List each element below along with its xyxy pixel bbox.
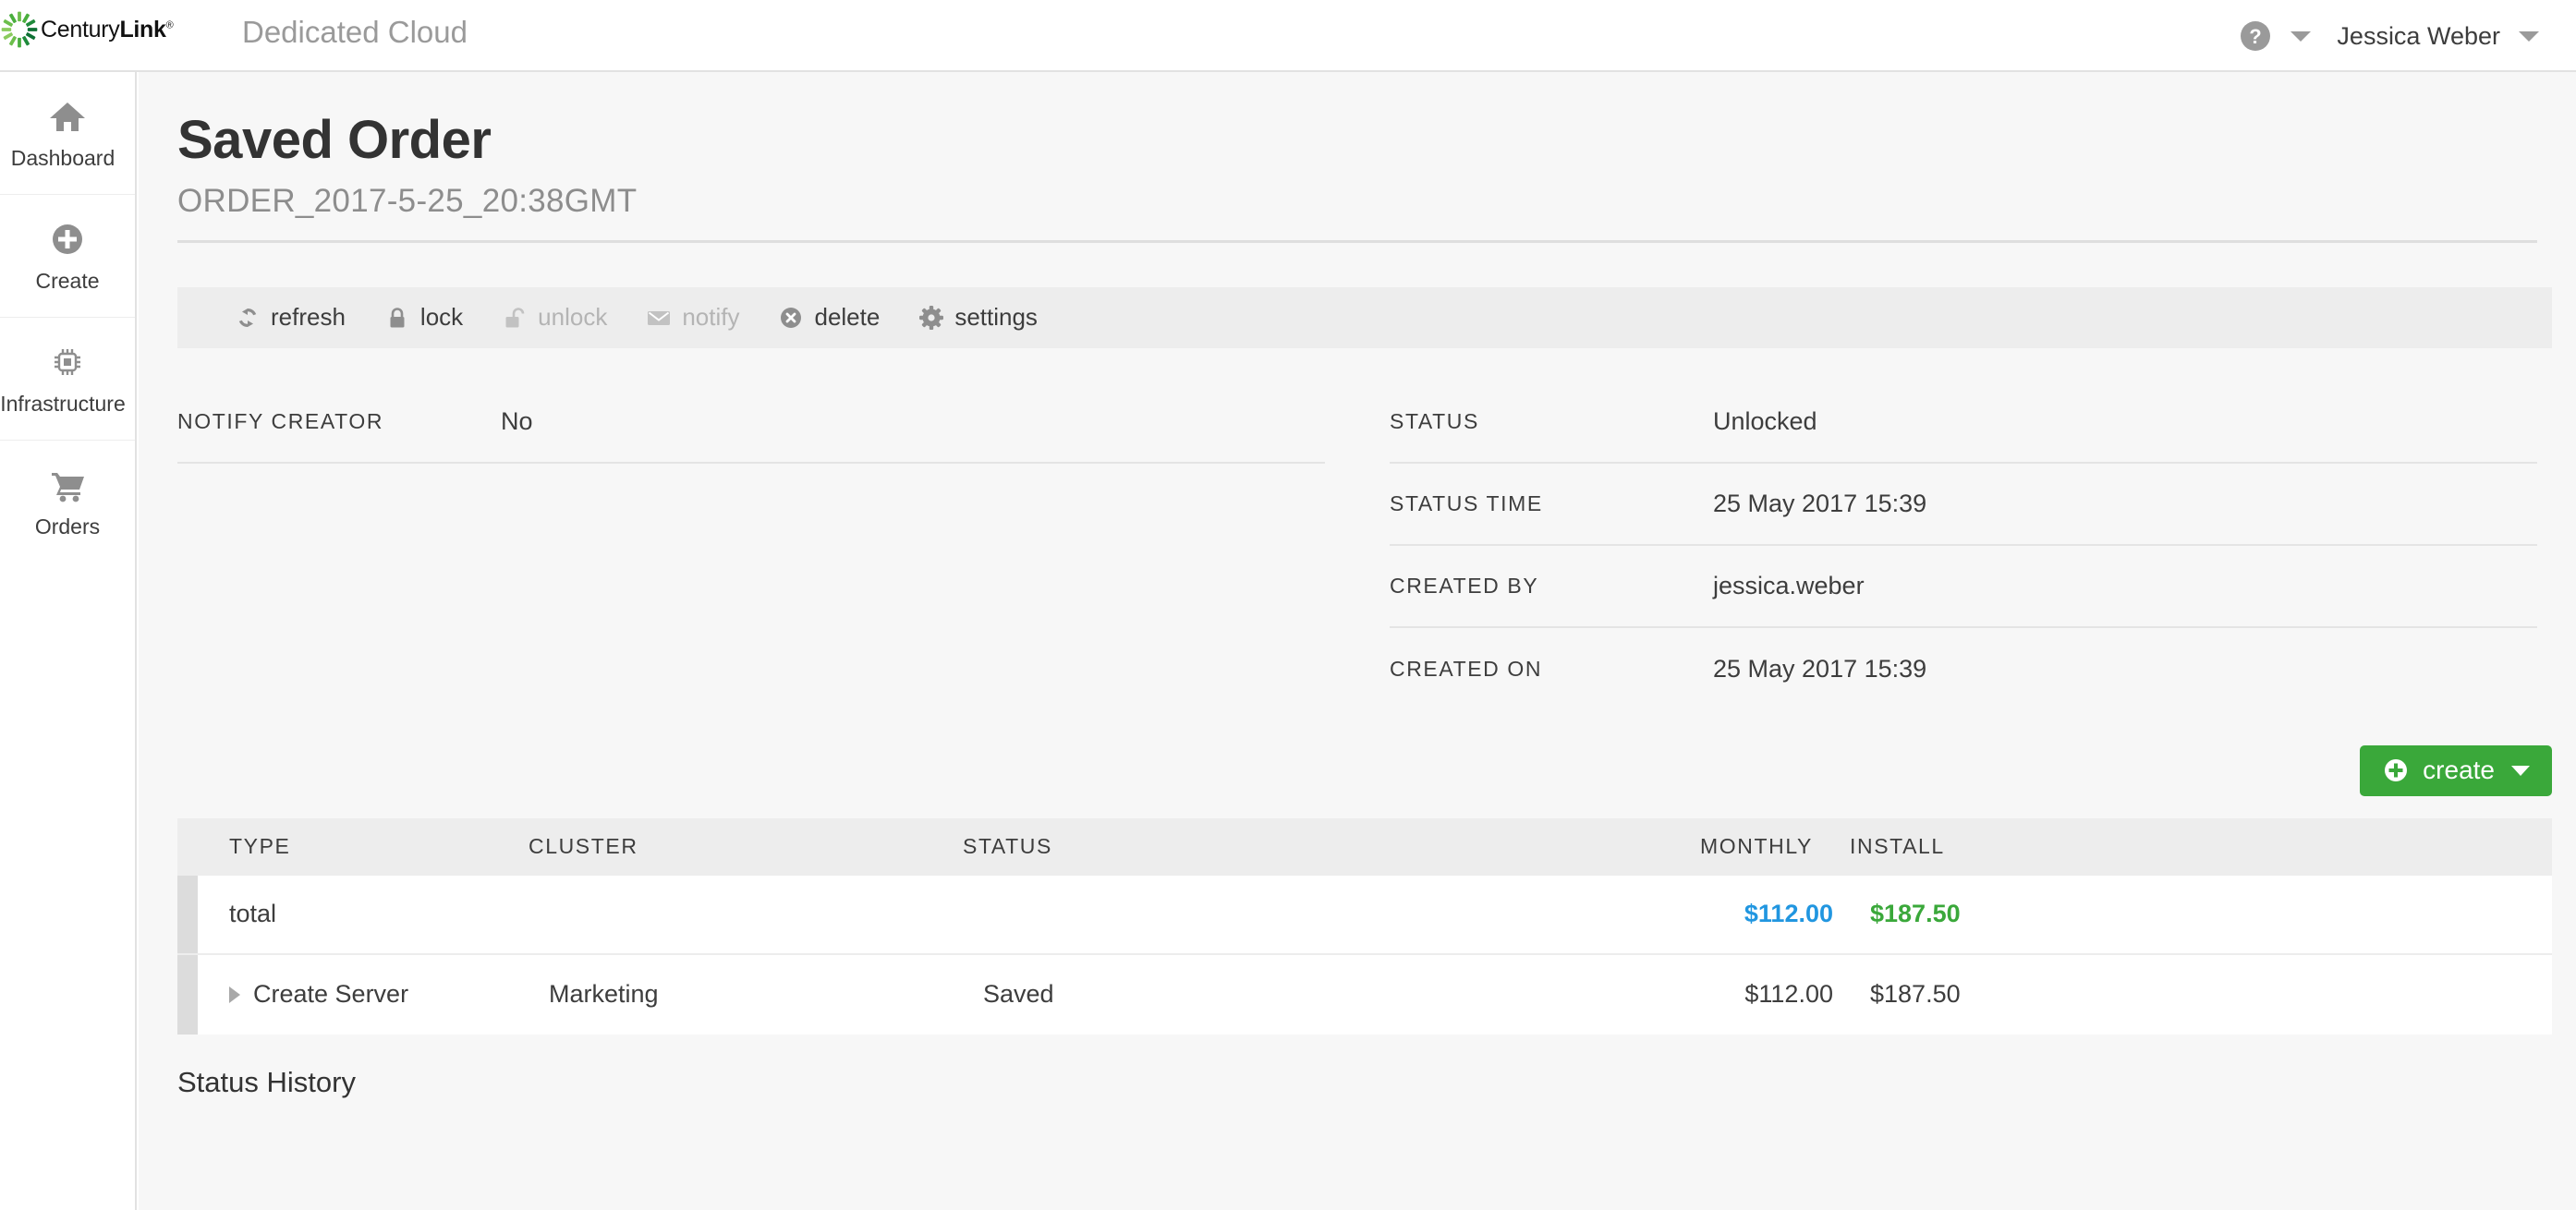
column-header-type: TYPE (229, 834, 291, 859)
unlock-button[interactable]: unlock (502, 303, 607, 332)
sidebar-item-label: Dashboard (10, 145, 115, 170)
row-status-cell: Saved (983, 980, 1054, 1009)
column-header-install: INSTALL (1850, 834, 1945, 859)
sidebar-item-create[interactable]: Create (0, 195, 135, 318)
page-subtitle: ORDER_2017-5-25_20:38GMT (177, 182, 638, 219)
detail-value: Unlocked (1713, 406, 1817, 435)
unlock-icon (505, 308, 525, 328)
detail-row-created-by: CREATED BY jessica.weber (1390, 546, 2537, 628)
table-header-row: TYPE CLUSTER STATUS MONTHLY INSTALL (177, 817, 2552, 876)
refresh-icon (238, 308, 257, 327)
detail-row-created-on: CREATED ON 25 May 2017 15:39 (1390, 628, 2537, 710)
delete-icon (781, 307, 802, 328)
top-navigation-bar: CenturyLink® Dedicated Cloud ? Jessica W… (0, 0, 2576, 72)
detail-label: NOTIFY CREATOR (177, 408, 384, 433)
page-header: Saved Order ORDER_2017-5-25_20:38GMT (139, 72, 2576, 220)
detail-row-status: STATUS Unlocked (1390, 381, 2537, 464)
column-header-monthly: MONTHLY (1700, 834, 1813, 859)
centurylink-sunburst-icon (1, 11, 38, 48)
details-right-column: STATUS Unlocked STATUS TIME 25 May 2017 … (1390, 381, 2537, 710)
envelope-icon (648, 310, 671, 325)
cpu-chip-icon (55, 348, 80, 375)
sidebar-item-label: Infrastructure (0, 391, 126, 416)
table-row[interactable]: Create Server Marketing Saved $112.00 $1… (177, 954, 2552, 1035)
table-row-total: total $112.00 $187.50 (177, 875, 2552, 955)
main-content: Saved Order ORDER_2017-5-25_20:38GMT ref… (139, 72, 2576, 1210)
plus-circle-icon (53, 224, 82, 254)
refresh-button[interactable]: refresh (235, 303, 346, 332)
status-history-heading: Status History (177, 1065, 356, 1098)
topbar-right-controls: ? Jessica Weber (2237, 0, 2539, 72)
detail-label: CREATED BY (1390, 573, 1539, 598)
settings-button[interactable]: settings (918, 303, 1038, 332)
detail-row-status-time: STATUS TIME 25 May 2017 15:39 (1390, 464, 2537, 546)
centurylink-logo[interactable]: CenturyLink® (0, 10, 174, 49)
user-name-label: Jessica Weber (2337, 21, 2500, 50)
notify-button[interactable]: notify (646, 303, 739, 332)
sidebar-navigation: Dashboard Create Infrastructure Orders (0, 72, 137, 1210)
chevron-down-icon[interactable] (2290, 30, 2312, 42)
details-left-spacer (177, 464, 1325, 710)
user-menu[interactable]: Jessica Weber (2337, 22, 2539, 51)
action-toolbar: refresh lock unlock notify delete settin… (177, 286, 2552, 348)
detail-label: STATUS TIME (1390, 490, 1543, 515)
shopping-cart-icon (52, 473, 84, 502)
sidebar-item-dashboard[interactable]: Dashboard (0, 72, 135, 195)
detail-value: jessica.weber (1713, 571, 1865, 599)
brand-name-text: CenturyLink® (41, 16, 174, 42)
help-circle-icon[interactable]: ? (2237, 18, 2274, 54)
detail-value: No (501, 406, 533, 435)
detail-label: STATUS (1390, 408, 1479, 433)
row-type-label: Create Server (253, 980, 409, 1009)
details-left-column: NOTIFY CREATOR No (177, 381, 1325, 710)
refresh-label: refresh (271, 303, 346, 332)
column-header-status: STATUS (963, 834, 1052, 859)
lock-label: lock (419, 303, 464, 332)
sidebar-item-label: Orders (34, 514, 101, 538)
row-monthly-cell: $112.00 (1744, 980, 1833, 1009)
order-items-table: TYPE CLUSTER STATUS MONTHLY INSTALL tota… (177, 817, 2552, 1035)
chevron-down-icon[interactable] (2511, 765, 2530, 776)
notify-label: notify (682, 303, 740, 332)
lock-icon (390, 308, 405, 328)
chevron-down-icon[interactable] (2519, 30, 2539, 42)
gear-icon (919, 305, 944, 330)
plus-circle-icon (2385, 759, 2408, 782)
chevron-right-icon[interactable] (229, 986, 240, 1003)
row-install-cell: $187.50 (1870, 980, 1961, 1009)
detail-value: 25 May 2017 15:39 (1713, 489, 1927, 517)
create-button[interactable]: create (2360, 744, 2552, 796)
delete-label: delete (814, 303, 881, 332)
header-divider (177, 239, 2537, 243)
detail-label: CREATED ON (1390, 656, 1543, 681)
svg-text:?: ? (2250, 25, 2262, 48)
detail-row-notify-creator: NOTIFY CREATOR No (177, 381, 1325, 464)
sidebar-item-label: Create (35, 268, 100, 293)
delete-button[interactable]: delete (778, 303, 880, 332)
sidebar-item-infrastructure[interactable]: Infrastructure (0, 318, 135, 441)
column-header-cluster: CLUSTER (529, 834, 638, 859)
order-details: NOTIFY CREATOR No STATUS Unlocked STATUS… (139, 381, 2576, 710)
row-type-cell: Create Server (198, 980, 549, 1009)
home-icon (50, 102, 85, 131)
settings-label: settings (954, 303, 1038, 332)
create-button-label: create (2423, 756, 2495, 785)
total-type-cell: total (229, 900, 277, 928)
app-title: Dedicated Cloud (242, 15, 468, 49)
row-cluster-cell: Marketing (549, 980, 659, 1009)
row-accent-bar (177, 954, 198, 1035)
total-monthly-price: $112.00 (1744, 900, 1833, 928)
sidebar-item-orders[interactable]: Orders (0, 441, 135, 563)
brand-wordmark: CenturyLink® (41, 16, 174, 43)
create-button-bar: create (139, 744, 2576, 796)
help-menu[interactable]: ? (2237, 18, 2312, 54)
detail-value: 25 May 2017 15:39 (1713, 654, 1927, 683)
unlock-label: unlock (538, 303, 608, 332)
page-title: Saved Order (177, 110, 492, 170)
row-accent-bar (177, 875, 198, 953)
lock-button[interactable]: lock (384, 303, 463, 332)
total-install-price: $187.50 (1870, 900, 1961, 928)
